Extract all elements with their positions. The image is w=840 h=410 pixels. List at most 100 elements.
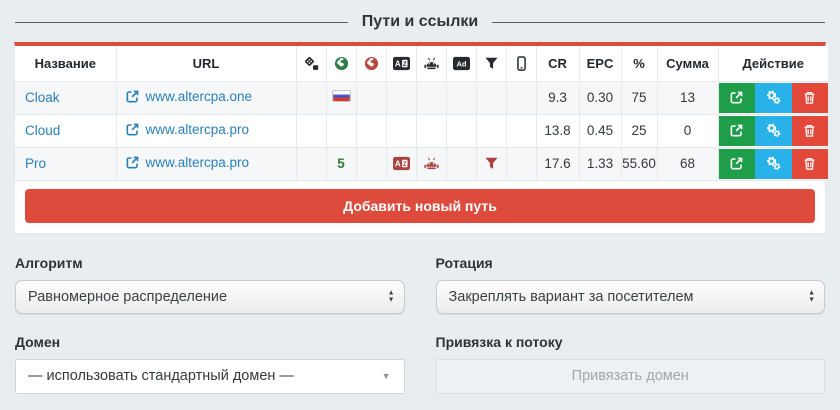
delete-path-button[interactable] <box>791 82 828 113</box>
bind-domain-button[interactable]: Привязать домен <box>435 358 825 394</box>
split-cell <box>295 113 327 148</box>
geo-allow-cell: 5 <box>325 146 357 181</box>
algorithm-select[interactable]: Равномерное распределение ▲ ▼ <box>15 279 405 314</box>
rotation-label: Ротация <box>435 254 493 271</box>
flow-binding-field: Привязка к потоку Привязать домен <box>435 333 825 394</box>
open-path-button[interactable] <box>718 82 755 113</box>
select-spinner-icon: ▲ ▼ <box>808 289 815 304</box>
header-epc: EPC <box>578 46 622 82</box>
paths-table: Название URL CR EPC % Сумма Действие Clo… <box>15 46 828 181</box>
geo-allow-cell <box>325 80 357 115</box>
header-filter <box>475 46 507 82</box>
filter-icon <box>484 56 499 71</box>
header-ad <box>445 46 477 82</box>
cr-value: 17.6 <box>535 146 580 181</box>
sum-value: 68 <box>656 146 719 181</box>
rotation-select[interactable]: Закреплять вариант за посетителем ▲ ▼ <box>435 279 825 314</box>
language-icon <box>393 56 410 71</box>
mobile-cell <box>505 80 537 115</box>
ad-cell <box>445 113 477 148</box>
language-icon <box>393 156 410 171</box>
chevron-down-icon: ▼ <box>381 371 391 381</box>
cr-value: 13.8 <box>535 113 580 148</box>
algorithm-label: Алгоритм <box>15 254 83 271</box>
header-mobile <box>505 46 537 82</box>
path-url-link[interactable]: www.altercpa.pro <box>146 122 250 137</box>
language-cell <box>385 146 417 181</box>
settings-path-button[interactable] <box>755 115 792 146</box>
delete-path-button[interactable] <box>791 148 828 179</box>
header-android <box>415 46 447 82</box>
gears-icon <box>766 156 781 171</box>
open-path-button[interactable] <box>718 148 755 179</box>
table-row: Pro www.altercpa.pro 5 17.6 1.33 55.60 6… <box>15 146 828 181</box>
header-sum: Сумма <box>656 46 719 82</box>
header-name: Название <box>15 46 117 82</box>
path-name-link[interactable]: Cloud <box>25 123 60 138</box>
header-geo-allow <box>325 46 357 82</box>
row-actions <box>718 82 828 114</box>
title-rule-right <box>492 21 825 23</box>
page-title: Пути и ссылки <box>361 13 479 30</box>
path-url-link[interactable]: www.altercpa.pro <box>146 155 250 170</box>
trash-icon <box>802 156 817 171</box>
cr-value: 9.3 <box>535 80 580 115</box>
rotation-selected-value: Закреплять вариант за посетителем <box>448 288 694 305</box>
android-icon <box>424 56 439 71</box>
split-icon <box>304 56 319 71</box>
header-percent: % <box>620 46 658 82</box>
delete-path-button[interactable] <box>791 115 828 146</box>
external-link-icon <box>729 156 744 171</box>
header-split <box>295 46 327 82</box>
domain-selected-value: — использовать стандартный домен — <box>28 368 294 384</box>
domain-select[interactable]: — использовать стандартный домен — ▼ <box>15 358 405 394</box>
ad-icon <box>453 56 470 71</box>
filter-cell <box>475 146 507 181</box>
gears-icon <box>766 90 781 105</box>
epc-value: 0.30 <box>578 80 622 115</box>
mobile-cell <box>505 146 537 181</box>
paths-card: Название URL CR EPC % Сумма Действие Clo… <box>14 42 828 234</box>
epc-value: 1.33 <box>578 146 622 181</box>
russia-flag-icon <box>331 90 351 102</box>
sum-value: 13 <box>656 80 719 115</box>
mobile-cell <box>505 113 537 148</box>
header-language <box>385 46 417 82</box>
split-cell <box>295 146 327 181</box>
external-link-icon <box>125 122 140 137</box>
path-url-link[interactable]: www.altercpa.one <box>146 89 253 104</box>
percent-value: 25 <box>620 113 658 148</box>
geo-deny-cell <box>355 80 387 115</box>
settings-path-button[interactable] <box>755 82 792 113</box>
add-path-button[interactable]: Добавить новый путь <box>25 188 815 223</box>
sum-value: 0 <box>656 113 719 148</box>
filter-icon <box>484 156 499 171</box>
epc-value: 0.45 <box>578 113 622 148</box>
geo-count: 5 <box>337 156 345 171</box>
path-name-link[interactable]: Pro <box>25 156 46 171</box>
header-action: Действие <box>717 46 828 82</box>
external-link-icon <box>729 123 744 138</box>
geo-deny-cell <box>355 113 387 148</box>
gears-icon <box>766 123 781 138</box>
table-header-row: Название URL CR EPC % Сумма Действие <box>15 46 828 82</box>
path-name-link[interactable]: Cloak <box>25 90 60 105</box>
external-link-icon <box>125 155 140 170</box>
open-path-button[interactable] <box>718 115 755 146</box>
android-cell <box>415 146 447 181</box>
trash-icon <box>802 123 817 138</box>
split-cell <box>295 80 327 115</box>
row-actions <box>718 115 828 147</box>
table-row: Cloud www.altercpa.pro 13.8 0.45 25 0 <box>15 113 828 148</box>
algorithm-field: Алгоритм Равномерное распределение ▲ ▼ <box>15 255 405 314</box>
row-actions <box>718 148 828 180</box>
settings-path-button[interactable] <box>755 148 792 179</box>
flow-binding-label: Привязка к потоку <box>435 333 563 350</box>
percent-value: 55.60 <box>620 146 658 181</box>
external-link-icon <box>729 90 744 105</box>
filter-cell <box>475 80 507 115</box>
geo-deny-cell <box>355 146 387 181</box>
algorithm-selected-value: Равномерное распределение <box>28 288 228 305</box>
ad-cell <box>445 146 477 181</box>
filter-cell <box>475 113 507 148</box>
